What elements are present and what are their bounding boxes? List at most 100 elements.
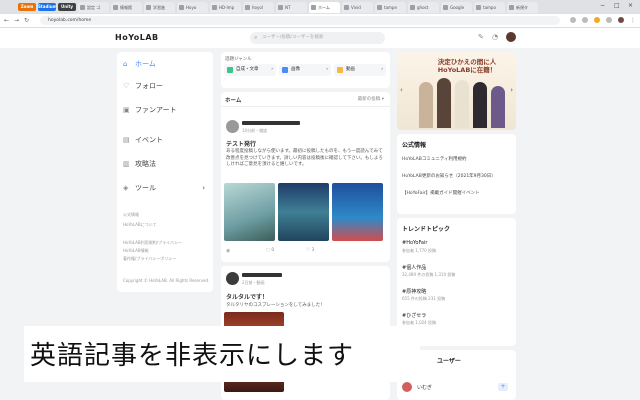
trend-topic-link[interactable]: #HoYoFair: [402, 240, 512, 246]
banner-next-icon[interactable]: ›: [510, 86, 513, 94]
category-label: 動画: [346, 67, 355, 72]
post-title[interactable]: テスト発行: [226, 139, 256, 148]
feed-sort-label: 最新の投稿: [357, 97, 381, 102]
browser-tab[interactable]: Stadium: [38, 3, 56, 11]
browser-tab[interactable]: HD-Imp: [210, 2, 241, 13]
browser-tab[interactable]: hoyol: [243, 2, 274, 13]
event-icon: ▤: [123, 136, 130, 144]
browser-tab[interactable]: ホーム: [309, 2, 340, 13]
sidebar-footer-link[interactable]: HoYoLABについて: [123, 222, 157, 228]
subtitle-overlay: 英語記事を非表示にします: [24, 326, 420, 382]
post-image-1[interactable]: [224, 183, 275, 241]
trend-topic-meta: 655 件の投稿 231 投稿: [402, 296, 446, 301]
sidebar-footer-link[interactable]: HoYoLAB情報: [123, 248, 149, 254]
sidebar-footer-link[interactable]: HoYoLAB利用規約/プライバシー: [123, 240, 182, 246]
minimize-icon[interactable]: −: [600, 2, 605, 9]
tab-favicon-icon: [245, 5, 250, 10]
category-button[interactable]: 自成・文章 ›: [224, 64, 276, 76]
back-icon[interactable]: ←: [4, 17, 9, 24]
sidebar-footer-link[interactable]: 公式情報: [123, 212, 139, 218]
trend-topic-link[interactable]: #原神攻略: [402, 288, 512, 295]
post-body[interactable]: タルタリヤのコスプレーションをしてみました！: [226, 302, 386, 308]
view-icon: ◉: [226, 248, 231, 254]
banner-prev-icon[interactable]: ‹: [400, 86, 403, 94]
trend-topic-link[interactable]: #ひざセラ: [402, 312, 512, 319]
notification-icon[interactable]: ◔: [492, 33, 498, 41]
like-button[interactable]: ♡ 3: [306, 248, 314, 253]
maximize-icon[interactable]: □: [614, 2, 620, 9]
follow-button[interactable]: +: [498, 383, 508, 391]
browser-tab[interactable]: NT: [276, 2, 307, 13]
hoyolab-logo[interactable]: HoYoLAB: [115, 33, 159, 42]
sidebar-footer-link[interactable]: 著作権/プライバシーポリシー: [123, 256, 176, 262]
browser-tab[interactable]: 新規タ: [507, 2, 538, 13]
url-field[interactable]: hoyolab.com/home: [40, 16, 560, 25]
comment-button[interactable]: ◌ 0: [266, 248, 274, 253]
browser-tab[interactable]: Unity: [58, 3, 76, 11]
sidebar-item[interactable]: ▤ イベント: [123, 134, 207, 146]
tab-label: tampo: [483, 5, 496, 10]
extension-icon[interactable]: [594, 17, 600, 23]
category-card: 話題ジャンル 自成・文章 › 画像 › 動画 ›: [221, 52, 390, 88]
home-icon: ⌂: [123, 60, 128, 68]
browser-tab[interactable]: ghost: [408, 2, 439, 13]
official-info-link[interactable]: HoYoLABコミュニティ利用規約: [402, 156, 512, 162]
trend-topic-link[interactable]: #個人作品: [402, 264, 512, 271]
post-author-name[interactable]: [242, 121, 300, 125]
post-author-name[interactable]: [242, 273, 282, 277]
sidebar-item[interactable]: ⌂ ホーム: [123, 58, 207, 70]
puzzle-icon[interactable]: [606, 17, 612, 23]
divider: [221, 106, 390, 107]
browser-tab[interactable]: Zoom: [18, 3, 36, 11]
user-avatar[interactable]: [506, 32, 516, 42]
follow-icon: ♡: [123, 82, 130, 90]
post-time: 10分前・雑談: [242, 128, 268, 133]
browser-tab[interactable]: 設定 ゴ: [78, 2, 109, 13]
browser-tab[interactable]: 情報館: [111, 2, 142, 13]
left-sidebar: ⌂ ホーム ♡ フォロー ▣ ファンアート ▤ イベント ▥ 攻略法 ◈ ツール › 公式情報 HoYoL…: [117, 52, 213, 292]
user-name[interactable]: いむぎ: [417, 384, 432, 391]
post-image-2[interactable]: [278, 183, 329, 241]
post-title[interactable]: タルタルです！: [226, 292, 268, 301]
post-image-3[interactable]: [332, 183, 383, 241]
browser-tab[interactable]: Google: [441, 2, 472, 13]
browser-tab[interactable]: Vivid: [342, 2, 373, 13]
feed-sort-dropdown[interactable]: 最新の投稿 ▾: [358, 96, 384, 102]
browser-tab[interactable]: Hoyo: [177, 2, 208, 13]
sidebar-item[interactable]: ▣ ファンアート: [123, 104, 207, 116]
star-icon[interactable]: [582, 17, 588, 23]
sidebar-item[interactable]: ◈ ツール ›: [123, 182, 207, 194]
search-placeholder: ユーザー/投稿/ユーザーを検索: [262, 35, 324, 40]
trend-topic-meta: 32,489 件の投稿 1,310 投稿: [402, 272, 456, 277]
fanart-icon: ▣: [123, 106, 130, 114]
category-button[interactable]: 動画 ›: [334, 64, 386, 76]
forward-icon[interactable]: →: [14, 17, 19, 24]
menu-icon[interactable]: ⋮: [630, 17, 636, 24]
search-input[interactable]: ⌕ ユーザー/投稿/ユーザーを検索: [250, 32, 385, 44]
post-time: 2日前・動画: [242, 280, 265, 285]
profile-icon[interactable]: [618, 17, 624, 23]
sidebar-footer-link[interactable]: Copyright © HoYoLAB. All Rights Reserved…: [123, 278, 209, 283]
post-author-avatar[interactable]: [226, 272, 239, 285]
post-body[interactable]: ある程度投稿しながら使います。最初に投稿したものを、もう一度読んでみて改善点を見…: [226, 149, 386, 169]
banner-figure: [419, 82, 433, 128]
user-avatar[interactable]: [402, 382, 412, 392]
official-info-link[interactable]: HoYoLAB更新のお知らせ（2021年9月30日）: [402, 173, 512, 179]
browser-tab[interactable]: 学習進: [144, 2, 175, 13]
tab-favicon-icon: [443, 5, 448, 10]
edit-icon[interactable]: ✎: [478, 33, 484, 41]
sidebar-item[interactable]: ♡ フォロー: [123, 80, 207, 92]
banner-figure: [455, 80, 469, 128]
browser-tab[interactable]: tampe: [375, 2, 406, 13]
share-icon[interactable]: [570, 17, 576, 23]
reload-icon[interactable]: ↻: [24, 17, 29, 24]
post-author-avatar[interactable]: [226, 120, 239, 133]
official-info-link[interactable]: 【HoYoFair】掲載ガイド開催イベント: [402, 190, 512, 196]
category-button[interactable]: 画像 ›: [279, 64, 331, 76]
tab-favicon-icon: [278, 5, 283, 10]
tab-label: Zoom: [20, 4, 34, 9]
event-banner[interactable]: 決定ひかえの間に人HoYoLABに在籍！ ‹ ›: [397, 52, 516, 130]
sidebar-item[interactable]: ▥ 攻略法: [123, 158, 207, 170]
close-icon[interactable]: ×: [628, 2, 633, 9]
browser-tab[interactable]: tampo: [474, 2, 505, 13]
